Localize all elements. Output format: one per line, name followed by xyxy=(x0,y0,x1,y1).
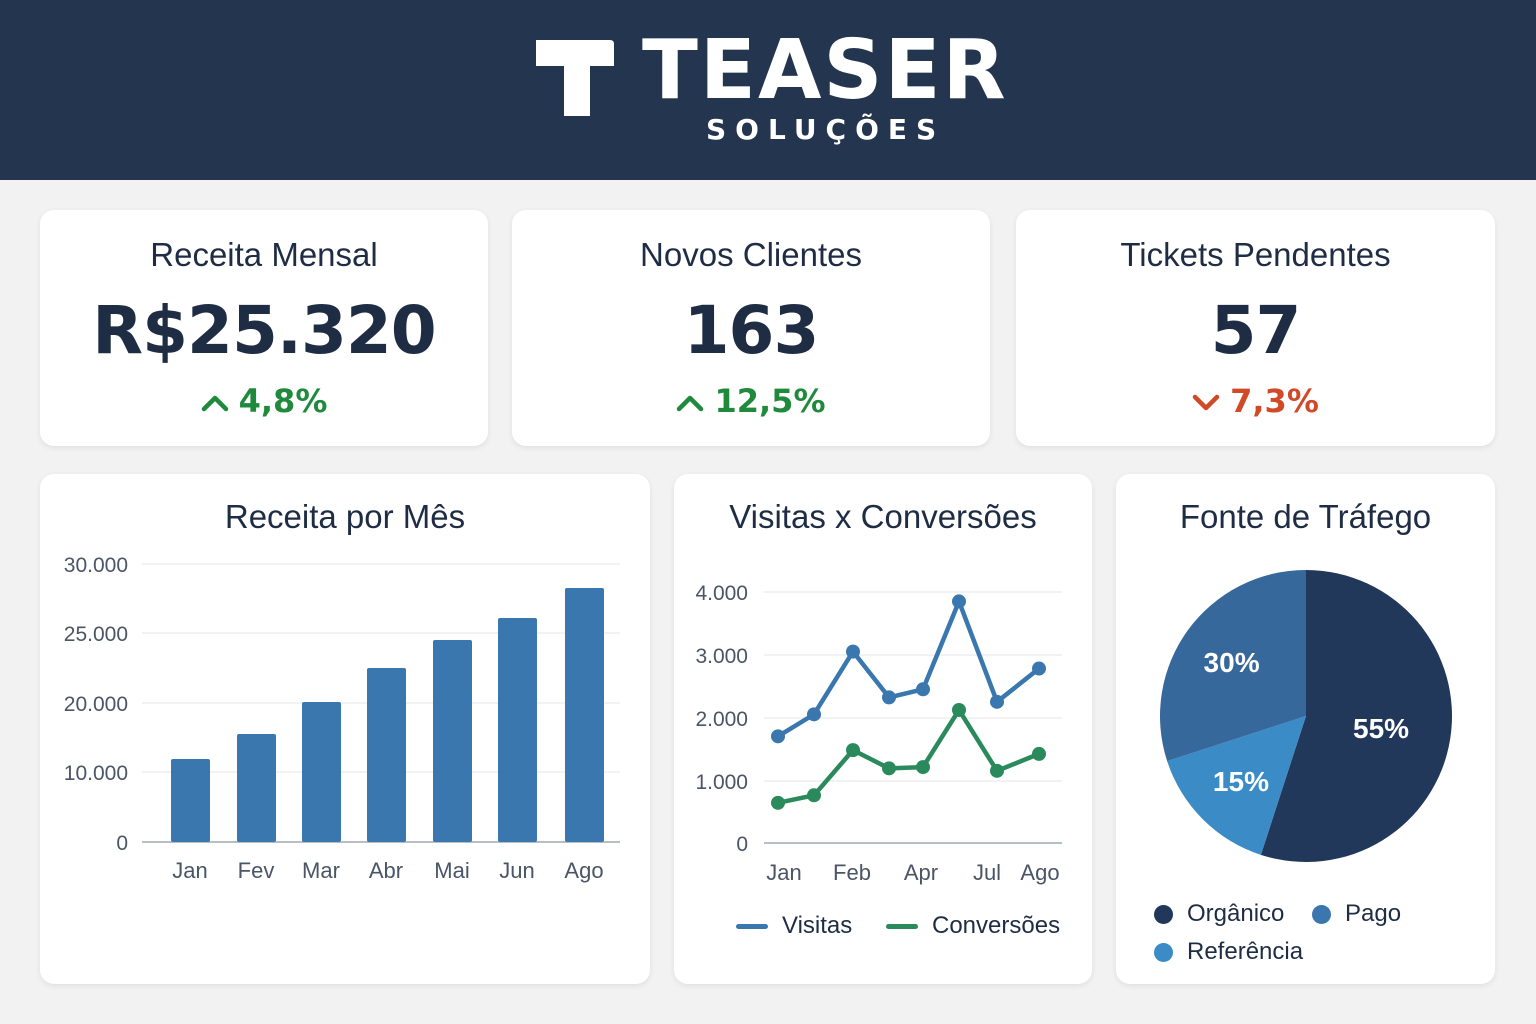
bar xyxy=(433,640,472,842)
data-point xyxy=(771,795,785,810)
legend-swatch xyxy=(1154,943,1173,963)
chart-card-visits-conversions: Visitas x Conversões 0 1.000 2.000 3.000 4.0… xyxy=(674,474,1092,984)
x-tick-label: Apr xyxy=(904,860,938,885)
x-tick-label: Mai xyxy=(434,858,469,883)
pie-slice-label: 15% xyxy=(1213,766,1269,797)
data-point xyxy=(990,694,1004,709)
legend-item-visits: Visitas xyxy=(736,912,852,940)
y-tick-label: 0 xyxy=(116,832,128,855)
x-tick-label: Jul xyxy=(973,860,1001,885)
x-tick-label: Fev xyxy=(238,858,275,883)
kpi-title: Receita Mensal xyxy=(150,236,378,273)
brand-name: TEASER xyxy=(642,23,1008,118)
pie-chart: 55% 15% 30% xyxy=(1160,570,1453,862)
x-tick-label: Jan xyxy=(766,860,801,885)
x-tick-label: Jun xyxy=(499,858,534,883)
data-point xyxy=(882,690,896,705)
x-tick-label: Ago xyxy=(1020,860,1059,885)
data-point xyxy=(846,743,860,758)
data-point xyxy=(952,594,966,609)
y-tick-label: 1.000 xyxy=(695,771,748,794)
legend-label: Referência xyxy=(1187,938,1304,965)
y-tick-label: 25.000 xyxy=(64,623,128,646)
legend-label: Visitas xyxy=(782,912,853,939)
brand-subtitle: SOLUÇÕES xyxy=(706,113,946,146)
x-tick-label: Abr xyxy=(369,858,403,883)
chart-card-revenue-by-month: Receita por Mês 0 10.000 20.000 25.000 30.00… xyxy=(40,474,650,984)
legend-item-organic: Orgânico xyxy=(1154,900,1284,928)
legend-label: Orgânico xyxy=(1187,900,1285,927)
x-tick-label: Ago xyxy=(564,858,603,883)
legend-item-paid: Pago xyxy=(1312,900,1401,928)
kpi-delta-value: 4,8% xyxy=(238,382,328,420)
data-point xyxy=(916,760,930,775)
kpi-card-new-clients: Novos Clientes 163 12,5% xyxy=(512,210,990,446)
arrow-up-icon xyxy=(677,395,704,412)
y-tick-label: 4.000 xyxy=(695,582,748,605)
kpi-card-pending-tickets: Tickets Pendentes 57 7,3% xyxy=(1016,210,1495,446)
kpi-delta: 4,8% xyxy=(40,382,488,420)
y-tick-label: 0 xyxy=(736,833,748,856)
bar-chart: 0 10.000 20.000 25.000 30.000 Jan Fev Mar Abr Mai… xyxy=(64,554,620,883)
kpi-delta: 12,5% xyxy=(512,382,990,420)
data-point xyxy=(807,707,821,722)
y-tick-label: 2.000 xyxy=(695,708,748,731)
legend-item-referral: Referência xyxy=(1154,938,1303,966)
data-point xyxy=(882,761,896,776)
legend-swatch xyxy=(736,924,768,930)
bar xyxy=(302,702,341,842)
kpi-delta-value: 7,3% xyxy=(1230,382,1319,420)
arrow-down-icon xyxy=(1192,394,1220,411)
legend-swatch xyxy=(886,924,918,930)
x-tick-label: Jan xyxy=(172,858,207,883)
arrow-up-icon xyxy=(201,395,228,412)
bar xyxy=(171,759,210,842)
data-point xyxy=(916,682,930,697)
data-point xyxy=(1032,661,1046,676)
y-tick-label: 30.000 xyxy=(64,554,128,577)
bar xyxy=(565,588,604,842)
kpi-delta: 7,3% xyxy=(1016,382,1495,420)
legend-label: Conversões xyxy=(932,912,1061,939)
kpi-value: 57 xyxy=(1210,292,1302,369)
brand-logo: TEASER SOLUÇÕES xyxy=(530,30,1006,156)
data-point xyxy=(952,702,966,717)
data-point xyxy=(990,763,1004,778)
kpi-value: R$25.320 xyxy=(92,292,436,369)
bar xyxy=(237,734,276,842)
data-point xyxy=(771,729,785,744)
y-tick-label: 10.000 xyxy=(64,762,128,785)
kpi-delta-value: 12,5% xyxy=(714,382,826,420)
data-point xyxy=(1032,746,1046,761)
kpi-title: Novos Clientes xyxy=(640,236,862,273)
legend-item-conversions: Conversões xyxy=(886,912,1060,940)
legend-label: Pago xyxy=(1345,900,1402,927)
series-line xyxy=(775,707,1042,806)
legend-swatch xyxy=(1312,905,1331,925)
y-tick-label: 20.000 xyxy=(64,693,128,716)
bar xyxy=(498,618,537,842)
x-tick-label: Feb xyxy=(833,860,871,885)
y-tick-label: 3.000 xyxy=(695,645,748,668)
brand-logo-icon xyxy=(536,40,614,116)
pie-slice-label: 30% xyxy=(1204,647,1260,678)
x-tick-label: Mar xyxy=(302,858,340,883)
pie-slice-label: 55% xyxy=(1353,713,1409,744)
kpi-title: Tickets Pendentes xyxy=(1120,236,1391,273)
data-point xyxy=(807,788,821,803)
legend-swatch xyxy=(1154,905,1173,925)
header: TEASER SOLUÇÕES xyxy=(0,0,1536,180)
kpi-value: 163 xyxy=(683,292,820,369)
kpi-card-revenue: Receita Mensal R$25.320 4,8% xyxy=(40,210,488,446)
chart-card-traffic-source: Fonte de Tráfego 55% 15% 30% Orgânico Pago… xyxy=(1116,474,1495,984)
line-chart: 0 1.000 2.000 3.000 4.000 Jan Feb Apr Jul Ago xyxy=(695,582,1062,885)
bar xyxy=(367,668,406,842)
data-point xyxy=(846,644,860,659)
